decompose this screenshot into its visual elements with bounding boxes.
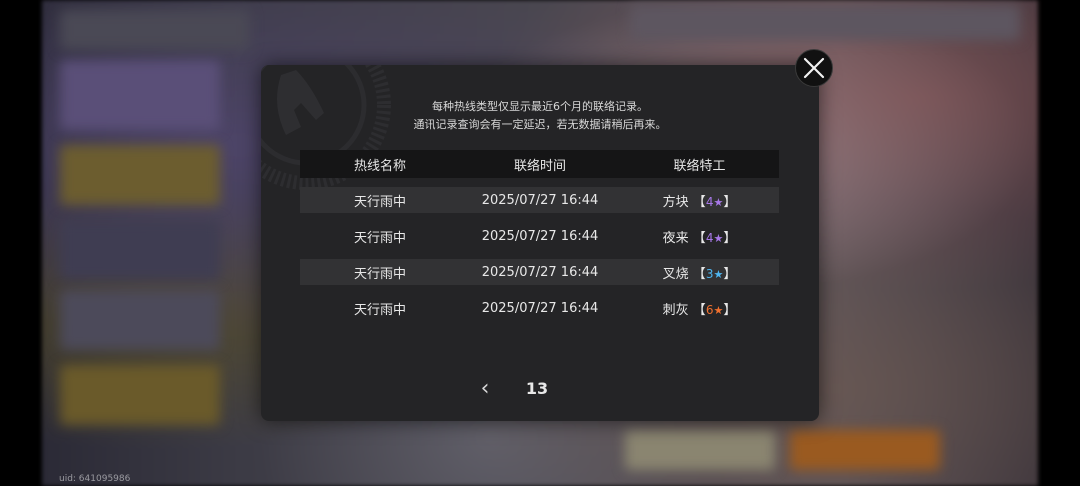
header-contact-time: 联络时间 xyxy=(513,158,566,174)
bg-card-3 xyxy=(60,220,220,280)
row-hotline-name: 天行雨中 xyxy=(353,302,406,318)
agent-name: 叉烧 xyxy=(662,266,689,282)
notice-line-1: 每种热线类型仅显示最近6个月的联络记录。 xyxy=(432,100,648,113)
row-hotline-name: 天行雨中 xyxy=(353,230,406,246)
contact-records-dialog: 每种热线类型仅显示最近6个月的联络记录。 通讯记录查询会有一定延迟，若无数据请稍… xyxy=(261,65,819,421)
table-row: 天行雨中 2025/07/27 16:44 方块 【4★】 xyxy=(300,187,779,213)
bg-card-6 xyxy=(60,10,250,50)
bg-card-8 xyxy=(790,430,940,470)
rank-star-icon: ★ xyxy=(713,303,724,317)
table-header: 热线名称 联络时间 联络特工 xyxy=(300,150,779,178)
bg-card-1 xyxy=(60,60,220,130)
table-row: 天行雨中 2025/07/27 16:44 刺灰 【6★】 xyxy=(300,295,779,321)
close-button[interactable] xyxy=(795,49,833,87)
agent-name: 方块 xyxy=(662,194,689,210)
agent-name: 夜来 xyxy=(662,230,689,246)
row-agent: 夜来 【4★】 xyxy=(662,230,737,246)
agent-name: 刺灰 xyxy=(662,302,689,318)
header-contact-agent: 联络特工 xyxy=(673,158,726,174)
row-hotline-name: 天行雨中 xyxy=(353,194,406,210)
row-agent: 叉烧 【3★】 xyxy=(662,266,737,282)
row-agent: 刺灰 【6★】 xyxy=(662,302,737,318)
bg-card-7 xyxy=(625,430,775,470)
row-contact-time: 2025/07/27 16:44 xyxy=(481,228,599,244)
row-contact-time: 2025/07/27 16:44 xyxy=(481,300,599,316)
close-icon xyxy=(803,57,825,79)
bg-card-2 xyxy=(60,145,220,205)
chevron-left-icon[interactable]: ‹ xyxy=(475,378,495,402)
rank-star-icon: ★ xyxy=(713,267,724,281)
table-row: 天行雨中 2025/07/27 16:44 夜来 【4★】 xyxy=(300,223,779,249)
header-hotline-name: 热线名称 xyxy=(353,158,406,174)
page-number: 13 xyxy=(525,379,549,398)
notice-text: 每种热线类型仅显示最近6个月的联络记录。 通讯记录查询会有一定延迟，若无数据请稍… xyxy=(261,98,819,134)
row-contact-time: 2025/07/27 16:44 xyxy=(481,192,599,208)
notice-line-2: 通讯记录查询会有一定延迟，若无数据请稍后再来。 xyxy=(413,118,667,131)
bg-card-5 xyxy=(60,365,220,425)
rank-star-icon: ★ xyxy=(713,231,724,245)
row-hotline-name: 天行雨中 xyxy=(353,266,406,282)
bg-card-9 xyxy=(630,5,1020,40)
bg-card-4 xyxy=(60,290,220,350)
pagination: ‹ 13 xyxy=(261,378,819,402)
row-agent: 方块 【4★】 xyxy=(662,194,737,210)
row-contact-time: 2025/07/27 16:44 xyxy=(481,264,599,280)
rank-star-icon: ★ xyxy=(713,195,724,209)
table-row: 天行雨中 2025/07/27 16:44 叉烧 【3★】 xyxy=(300,259,779,285)
uid-label: uid: 641095986 xyxy=(59,474,131,484)
